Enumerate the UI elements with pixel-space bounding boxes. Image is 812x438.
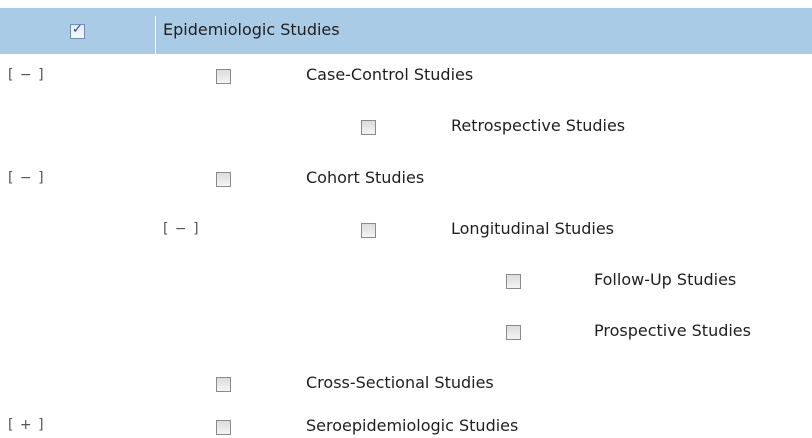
- follow-up-checkbox[interactable]: [506, 274, 521, 289]
- case-control-checkbox[interactable]: [216, 69, 231, 84]
- tree-row-seroepidemiologic[interactable]: [ + ] Seroepidemiologic Studies: [0, 412, 812, 438]
- follow-up-label: Follow-Up Studies: [594, 270, 737, 289]
- tree-row-retrospective[interactable]: Retrospective Studies: [0, 105, 812, 149]
- tree-row-cohort[interactable]: [ − ] Cohort Studies: [0, 157, 812, 201]
- collapse-toggle[interactable]: [ − ]: [8, 168, 45, 188]
- tree-row-prospective[interactable]: Prospective Studies: [0, 310, 812, 354]
- tree-row-cross-sectional[interactable]: Cross-Sectional Studies: [0, 362, 812, 406]
- retrospective-checkbox[interactable]: [361, 120, 376, 135]
- checkmark-icon: ✓: [72, 22, 83, 37]
- cohort-checkbox[interactable]: [216, 172, 231, 187]
- collapse-toggle[interactable]: [ − ]: [163, 219, 200, 239]
- cohort-label: Cohort Studies: [306, 168, 425, 187]
- cross-sectional-checkbox[interactable]: [216, 377, 231, 392]
- root-checkbox[interactable]: ✓: [70, 22, 85, 39]
- mesh-term-tree: ✓ Epidemiologic Studies [ − ] Case-Contr…: [0, 0, 812, 438]
- tree-row-longitudinal[interactable]: [ − ] Longitudinal Studies: [0, 208, 812, 252]
- longitudinal-checkbox[interactable]: [361, 223, 376, 238]
- retrospective-label: Retrospective Studies: [451, 116, 626, 135]
- tree-row-root[interactable]: ✓ Epidemiologic Studies: [0, 8, 812, 62]
- prospective-label: Prospective Studies: [594, 321, 751, 340]
- seroepidemiologic-checkbox[interactable]: [216, 420, 231, 435]
- case-control-label: Case-Control Studies: [306, 65, 474, 84]
- longitudinal-label: Longitudinal Studies: [451, 219, 615, 238]
- seroepidemiologic-label: Seroepidemiologic Studies: [306, 416, 519, 435]
- expand-toggle[interactable]: [ + ]: [8, 415, 45, 435]
- root-label: Epidemiologic Studies: [163, 20, 340, 39]
- prospective-checkbox[interactable]: [506, 325, 521, 340]
- tree-row-case-control[interactable]: [ − ] Case-Control Studies: [0, 54, 812, 98]
- collapse-toggle[interactable]: [ − ]: [8, 65, 45, 85]
- cross-sectional-label: Cross-Sectional Studies: [306, 373, 494, 392]
- tree-row-follow-up[interactable]: Follow-Up Studies: [0, 259, 812, 303]
